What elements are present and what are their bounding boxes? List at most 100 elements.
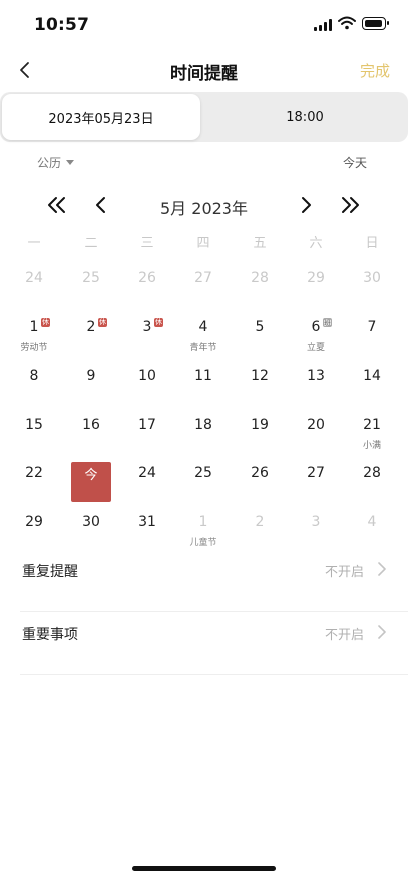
- day-festival-label: 劳动节: [20, 343, 48, 353]
- important-item-row[interactable]: 重要事项 不开启: [20, 613, 408, 675]
- day-number: 2: [255, 514, 265, 530]
- holiday-badge: 休: [154, 318, 163, 327]
- calendar-day[interactable]: 4 青年节: [181, 319, 225, 361]
- calendar-day[interactable]: 13: [294, 368, 338, 410]
- day-festival-label: 小满: [362, 441, 381, 451]
- calendar-day[interactable]: 24: [125, 465, 169, 507]
- calendar-day[interactable]: 21 小满: [350, 417, 394, 459]
- weekday-label: 三: [140, 236, 154, 251]
- date-tab[interactable]: 2023年05月23日: [2, 94, 200, 140]
- page-title: 时间提醒: [170, 64, 238, 84]
- weekday-label: 二: [84, 236, 98, 251]
- calendar-day[interactable]: 22: [12, 465, 56, 507]
- calendar-day[interactable]: 15: [12, 417, 56, 459]
- day-number: 12: [251, 368, 269, 384]
- chevron-right-icon: [378, 625, 386, 639]
- cellular-signal-icon: [314, 19, 332, 31]
- calendar-day[interactable]: 7: [350, 319, 394, 361]
- day-number: 3: [311, 514, 321, 530]
- next-month-icon[interactable]: [293, 192, 319, 218]
- battery-icon: [362, 17, 389, 30]
- day-number: 19: [251, 417, 269, 433]
- day-number: 30: [82, 514, 100, 530]
- calendar-day[interactable]: 8: [12, 368, 56, 410]
- calendar-day[interactable]: 26: [125, 270, 169, 312]
- day-number: 4: [198, 319, 208, 335]
- calendar-type-label: 公历: [37, 156, 62, 170]
- day-number: 22: [25, 465, 43, 481]
- day-number: 7: [367, 319, 377, 335]
- workday-badge: 班: [323, 318, 332, 327]
- day-number: 30: [363, 270, 381, 286]
- today-button[interactable]: 今天: [343, 154, 367, 171]
- day-number: 20: [307, 417, 325, 433]
- calendar-day[interactable]: 20: [294, 417, 338, 459]
- done-button[interactable]: 完成: [360, 60, 390, 81]
- calendar-day[interactable]: 30: [350, 270, 394, 312]
- day-number: 13: [307, 368, 325, 384]
- nav-bar: 时间提醒 完成: [0, 50, 408, 90]
- day-number: 15: [25, 417, 43, 433]
- calendar-day[interactable]: 2休: [69, 318, 113, 361]
- calendar-day[interactable]: 28: [350, 465, 394, 507]
- calendar-day[interactable]: 12: [238, 368, 282, 410]
- calendar-day[interactable]: 6 班立夏: [294, 318, 338, 361]
- today-highlight[interactable]: 今: [71, 462, 111, 502]
- day-festival-label: 儿童节: [189, 538, 217, 548]
- repeat-reminder-row[interactable]: 重复提醒 不开启: [20, 550, 408, 612]
- holiday-badge: 休: [98, 318, 107, 327]
- day-number: 27: [307, 465, 325, 481]
- calendar-day[interactable]: 10: [125, 368, 169, 410]
- time-tab[interactable]: 18:00: [204, 94, 406, 140]
- weekday-label: 四: [196, 236, 210, 251]
- weekday-label: 六: [309, 236, 323, 251]
- calendar-day[interactable]: 17: [125, 417, 169, 459]
- weekday-label: 日: [365, 236, 379, 251]
- weekday-label: 五: [253, 236, 267, 251]
- status-time: 10:57: [34, 15, 90, 35]
- day-number: 21: [363, 417, 381, 433]
- calendar-day[interactable]: 9: [69, 368, 113, 410]
- calendar-day[interactable]: 3休: [125, 318, 169, 361]
- calendar-day[interactable]: 11: [181, 368, 225, 410]
- day-number: 29: [307, 270, 325, 286]
- calendar-day[interactable]: 27: [294, 465, 338, 507]
- month-navigation: 5月 2023年: [0, 190, 408, 220]
- calendar-day[interactable]: 25: [69, 270, 113, 312]
- day-number: 26: [138, 270, 156, 286]
- caret-down-icon: [66, 160, 75, 165]
- day-number: 28: [363, 465, 381, 481]
- day-festival-label: 青年节: [189, 343, 217, 353]
- weekday-header: 一二三四五六日: [0, 232, 408, 252]
- calendar-day[interactable]: 19: [238, 417, 282, 459]
- calendar-day[interactable]: 1 休劳动节: [12, 318, 56, 361]
- calendar-day[interactable]: 25: [181, 465, 225, 507]
- calendar-day[interactable]: 26: [238, 465, 282, 507]
- repeat-reminder-value: 不开启: [324, 565, 364, 580]
- day-number: 4: [367, 514, 377, 530]
- day-number: 11: [194, 368, 212, 384]
- important-item-value: 不开启: [324, 628, 364, 643]
- calendar-day[interactable]: 14: [350, 368, 394, 410]
- day-number: 29: [25, 514, 43, 530]
- day-number: 10: [138, 368, 156, 384]
- repeat-reminder-label: 重复提醒: [22, 564, 78, 580]
- calendar-day[interactable]: 5: [238, 319, 282, 361]
- calendar-day[interactable]: 24: [12, 270, 56, 312]
- chevron-right-icon: [378, 562, 386, 576]
- calendar-day[interactable]: 27: [181, 270, 225, 312]
- holiday-badge: 休: [41, 318, 50, 327]
- calendar-day[interactable]: 28: [238, 270, 282, 312]
- calendar-day[interactable]: 29: [294, 270, 338, 312]
- calendar-day[interactable]: 16: [69, 417, 113, 459]
- next-year-icon[interactable]: [337, 192, 363, 218]
- weekday-label: 一: [27, 236, 41, 251]
- day-number: 18: [194, 417, 212, 433]
- day-number: 8: [29, 368, 39, 384]
- day-number: 14: [363, 368, 381, 384]
- today-label: 今: [84, 468, 98, 483]
- calendar-type-select[interactable]: 公历: [37, 154, 75, 171]
- wifi-icon: [338, 16, 356, 30]
- day-number: 24: [25, 270, 43, 286]
- calendar-day[interactable]: 18: [181, 417, 225, 459]
